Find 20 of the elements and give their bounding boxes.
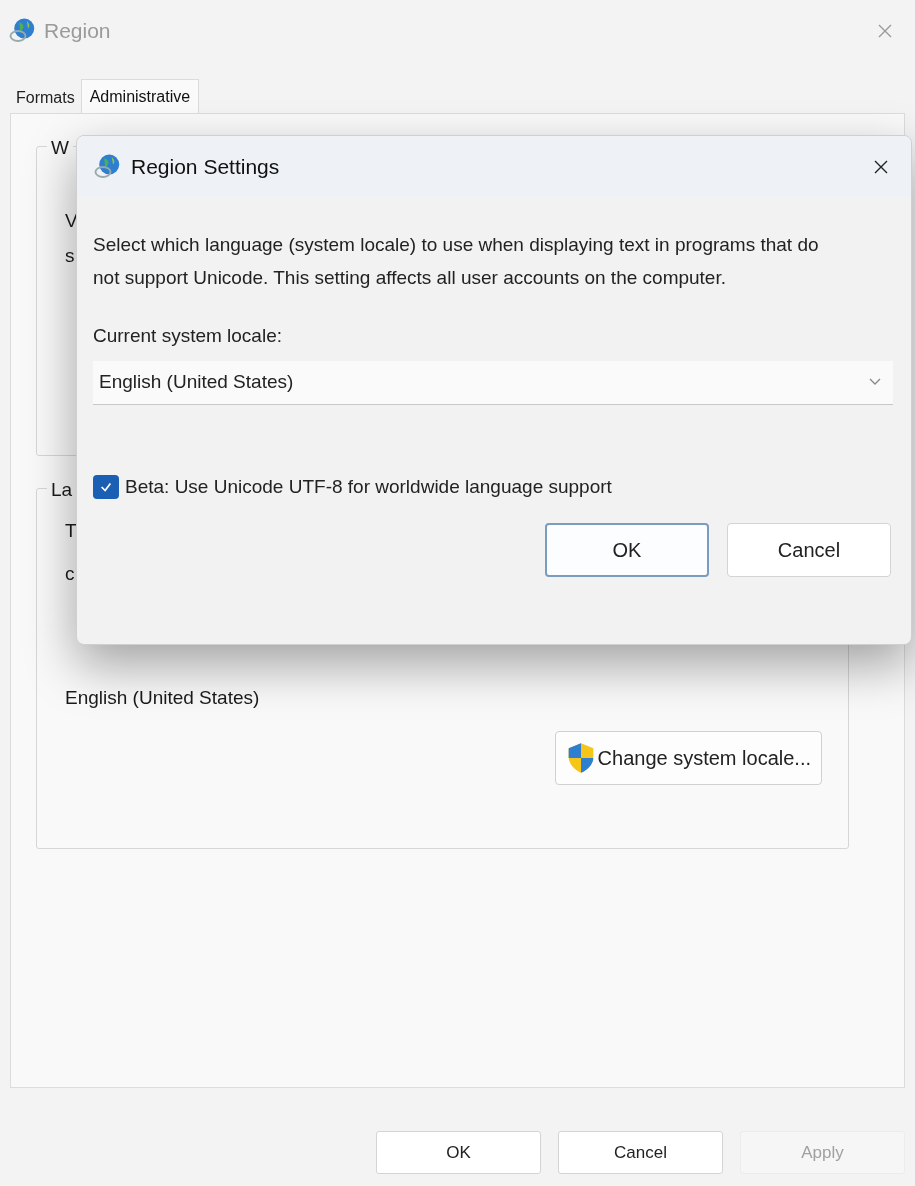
- dialog-button[interactable]: OK: [376, 1131, 541, 1174]
- dialog-button[interactable]: Cancel: [727, 523, 891, 577]
- chevron-down-icon: [869, 378, 881, 386]
- checkbox[interactable]: [93, 474, 119, 499]
- window-title: Region: [44, 18, 111, 45]
- dialog-button[interactable]: OK: [545, 523, 709, 577]
- field-label: Current system locale:: [93, 324, 282, 348]
- close-icon[interactable]: [873, 159, 889, 175]
- group-text: T: [65, 519, 77, 543]
- change-locale-button[interactable]: Change system locale...: [554, 730, 822, 785]
- dialog-description: Select which language (system locale) to use when displaying text in programs that do not support Unicode. This setting affects all user accounts on the computer.: [93, 233, 820, 290]
- tab[interactable]: Administrative: [80, 79, 200, 113]
- checkbox-label: Beta: Use Unicode UTF-8 for worldwide language support: [125, 474, 612, 499]
- dialog-button[interactable]: Cancel: [558, 1131, 723, 1174]
- group-text: c: [65, 561, 75, 586]
- tab[interactable]: Formats: [10, 83, 81, 113]
- locale-dropdown[interactable]: English (United States): [93, 360, 893, 405]
- language-value: English (United States): [65, 686, 260, 710]
- dialog-title: Region Settings: [131, 154, 280, 181]
- group-text: s: [65, 243, 75, 268]
